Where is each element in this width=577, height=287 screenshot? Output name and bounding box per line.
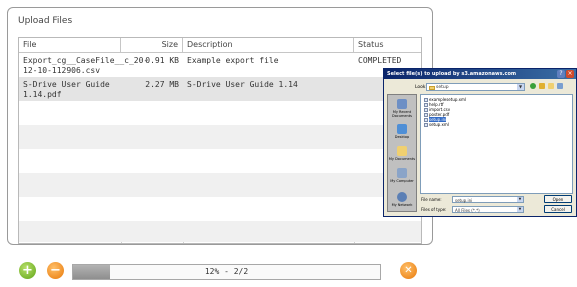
file-size-cell: 2.27 MB xyxy=(145,80,179,89)
place-label: My Network xyxy=(391,203,413,207)
place-label: My Computer xyxy=(390,179,414,183)
file-list[interactable]: examplesetup.xml help.rtf import.csv pos… xyxy=(420,94,573,194)
column-header-description[interactable]: Description xyxy=(183,38,354,52)
file-item[interactable]: setup.xml xyxy=(424,122,449,127)
empty-row xyxy=(19,197,421,221)
file-description-cell: Example export file xyxy=(187,56,279,65)
file-open-dialog: Select file(s) to upload by s3.amazonaws… xyxy=(383,68,577,217)
close-icon[interactable]: × xyxy=(566,70,574,78)
plus-icon: + xyxy=(22,263,33,278)
chevron-down-icon: ▼ xyxy=(517,84,524,90)
place-my-computer[interactable]: My Computer xyxy=(388,167,416,189)
file-name-cell: Export_cg__CaseFile__c_20-12-10-112906.c… xyxy=(23,56,149,75)
chevron-down-icon: ▼ xyxy=(517,207,523,212)
places-bar: My Recent Documents Desktop My Documents… xyxy=(387,94,417,212)
help-icon[interactable]: ? xyxy=(557,70,565,78)
file-type-value: All Files (*.*) xyxy=(455,208,480,213)
look-in-dropdown[interactable]: setup ▼ xyxy=(426,83,525,91)
cancel-upload-button[interactable]: ✕ xyxy=(400,262,417,279)
place-my-documents[interactable]: My Documents xyxy=(388,145,416,167)
table-header: File Size Description Status xyxy=(19,38,421,53)
remove-file-button[interactable]: − xyxy=(47,262,64,279)
empty-row xyxy=(19,125,421,149)
place-label: My Documents xyxy=(388,157,416,161)
minus-icon: − xyxy=(50,263,61,278)
file-type-label: Files of type: xyxy=(421,207,447,212)
file-description-cell: S-Drive User Guide 1.14 xyxy=(187,80,298,89)
column-header-file[interactable]: File xyxy=(19,38,121,52)
close-icon: ✕ xyxy=(404,265,413,276)
empty-row xyxy=(19,173,421,197)
cancel-button[interactable]: Cancel xyxy=(544,205,572,213)
my-computer-icon xyxy=(397,168,407,178)
file-type-select[interactable]: All Files (*.*) ▼ xyxy=(452,206,524,213)
place-my-network[interactable]: My Network xyxy=(388,191,416,213)
chevron-down-icon: ▼ xyxy=(517,197,523,202)
empty-row xyxy=(19,149,421,173)
empty-row xyxy=(19,221,421,242)
file-icon xyxy=(424,123,428,127)
dialog-title: Select file(s) to upload by s3.amazonaws… xyxy=(387,71,517,77)
table-row[interactable]: Export_cg__CaseFile__c_20-12-10-112906.c… xyxy=(19,53,421,77)
file-size-cell: 0.91 KB xyxy=(145,56,179,65)
recent-documents-icon xyxy=(397,99,407,109)
back-icon[interactable] xyxy=(530,83,536,89)
view-menu-icon[interactable] xyxy=(557,83,563,89)
open-button[interactable]: Open xyxy=(544,195,572,203)
upload-files-panel: Upload Files File Size Description Statu… xyxy=(7,7,433,245)
file-name-input[interactable]: setup.ini ▼ xyxy=(452,196,524,203)
look-in-value: setup xyxy=(436,85,449,90)
add-file-button[interactable]: + xyxy=(19,262,36,279)
table-row[interactable]: S-Drive User Guide 1.14.pdf 2.27 MB S-Dr… xyxy=(19,77,421,101)
panel-title: Upload Files xyxy=(18,16,73,26)
empty-row xyxy=(19,101,421,125)
place-desktop[interactable]: Desktop xyxy=(388,123,416,145)
up-folder-icon[interactable] xyxy=(539,83,545,89)
place-label: My Recent Documents xyxy=(392,110,412,118)
file-name-label: File name: xyxy=(421,197,442,202)
place-label: Desktop xyxy=(394,135,410,139)
upload-file-table: File Size Description Status Export_cg__… xyxy=(18,37,422,244)
column-header-status[interactable]: Status xyxy=(354,38,421,52)
file-name-cell: S-Drive User Guide 1.14.pdf xyxy=(23,80,110,99)
file-name-value: setup.ini xyxy=(455,198,473,203)
my-documents-icon xyxy=(397,146,407,156)
place-recent-documents[interactable]: My Recent Documents xyxy=(388,98,416,120)
desktop-icon xyxy=(397,124,407,134)
progress-label: 12% - 2/2 xyxy=(204,267,249,276)
upload-progress-bar: 12% - 2/2 xyxy=(72,264,381,280)
dialog-titlebar: Select file(s) to upload by s3.amazonaws… xyxy=(384,69,576,79)
column-header-size[interactable]: Size xyxy=(121,38,183,52)
folder-icon xyxy=(429,86,435,90)
new-folder-icon[interactable] xyxy=(548,83,554,89)
dialog-toolbar xyxy=(530,83,570,91)
my-network-icon xyxy=(397,192,407,202)
